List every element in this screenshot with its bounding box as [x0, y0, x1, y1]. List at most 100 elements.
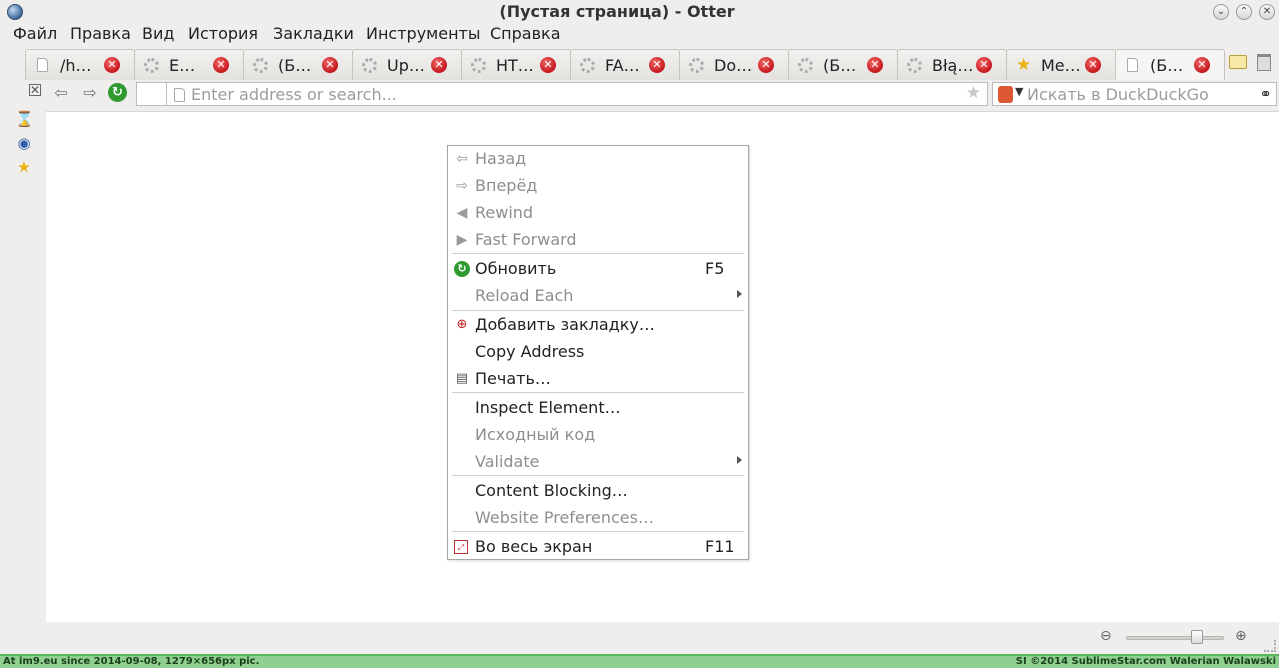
close-tab-icon[interactable]: ✕: [213, 57, 229, 73]
bookmark-star-icon[interactable]: ★: [966, 83, 981, 103]
menu-help[interactable]: Справка: [490, 24, 561, 43]
menu-item-reload[interactable]: ↻ Обновить F5: [448, 256, 748, 283]
chevron-down-icon[interactable]: ▼: [1015, 85, 1023, 98]
tab-active[interactable]: (Б… ✕: [1115, 49, 1225, 80]
menu-item-rewind: ◀ Rewind: [448, 200, 748, 227]
menu-view[interactable]: Вид: [142, 24, 174, 43]
menu-item-validate: Validate: [448, 449, 748, 476]
zoom-slider-handle[interactable]: [1190, 630, 1203, 644]
close-tab-icon[interactable]: ✕: [649, 57, 665, 73]
address-input[interactable]: [191, 84, 951, 104]
new-tab-folder-icon[interactable]: [1229, 55, 1247, 69]
tab[interactable]: Do… ✕: [679, 49, 789, 80]
menu-separator: [452, 475, 744, 476]
search-input[interactable]: [1027, 84, 1247, 104]
menu-file[interactable]: Файл: [13, 24, 57, 43]
loading-icon: [798, 58, 813, 73]
zoom-out-icon[interactable]: ⊖: [1100, 628, 1112, 644]
close-tab-icon[interactable]: ✕: [1085, 57, 1101, 73]
close-tab-icon[interactable]: ✕: [540, 57, 556, 73]
watermark-right-text: SI ©2014 SublimeStar.com Walerian Walaws…: [1015, 656, 1276, 667]
back-icon[interactable]: ⇦: [51, 83, 71, 103]
document-icon: [174, 88, 185, 102]
fullscreen-icon: ⤢: [454, 540, 468, 554]
tab-label: (Б…: [1150, 56, 1184, 75]
tab[interactable]: Błą… ✕: [897, 49, 1007, 80]
loading-icon: [362, 58, 377, 73]
menu-item-add-bookmark[interactable]: ⊕ Добавить закладку…: [448, 312, 748, 339]
watermark-left-text: At im9.eu since 2014-09-08, 1279×656px p…: [3, 656, 260, 667]
search-bar: ▼ ⚭: [992, 82, 1277, 106]
shortcut-label: F11: [705, 537, 735, 556]
tab[interactable]: /h… ✕: [25, 49, 135, 80]
tab[interactable]: HT… ✕: [461, 49, 571, 80]
reload-icon: ↻: [454, 261, 470, 277]
menu-history[interactable]: История: [188, 24, 258, 43]
tab-label: Błą…: [932, 56, 974, 75]
tab-bar: /h… ✕ E… ✕ (Б… ✕ Up… ✕ HT… ✕ FA… ✕ Do… ✕…: [0, 47, 1279, 80]
menu-item-reload-each: Reload Each: [448, 283, 748, 310]
close-tab-icon[interactable]: ✕: [104, 57, 120, 73]
duckduckgo-icon[interactable]: [998, 86, 1013, 103]
binoculars-search-icon[interactable]: ⚭: [1259, 85, 1272, 103]
address-site-info[interactable]: [136, 82, 167, 106]
globe-icon[interactable]: ◉: [15, 134, 33, 152]
close-tab-icon[interactable]: ✕: [431, 57, 447, 73]
menu-separator: [452, 253, 744, 254]
status-bar: ⊖ ⊕: [0, 622, 1279, 654]
menu-item-label: Content Blocking…: [475, 481, 628, 500]
loading-icon: [471, 58, 486, 73]
reload-icon[interactable]: ↻: [108, 83, 127, 102]
maximize-button[interactable]: ⌃: [1236, 4, 1252, 20]
menu-item-inspect-element[interactable]: Inspect Element…: [448, 395, 748, 422]
rewind-icon: ◀: [456, 205, 468, 221]
menu-item-print[interactable]: ▤ Печать…: [448, 366, 748, 393]
menu-item-label: Fast Forward: [475, 230, 577, 249]
tab-label: HT…: [496, 56, 534, 75]
menu-bookmarks[interactable]: Закладки: [273, 24, 354, 43]
tab[interactable]: (Б… ✕: [788, 49, 898, 80]
loading-icon: [689, 58, 704, 73]
menu-edit[interactable]: Правка: [70, 24, 131, 43]
loading-icon: [253, 58, 268, 73]
menu-item-label: Copy Address: [475, 342, 585, 361]
address-bar: ★: [166, 82, 988, 106]
tab[interactable]: (Б… ✕: [243, 49, 353, 80]
tab[interactable]: FA… ✕: [570, 49, 680, 80]
forward-icon[interactable]: ⇨: [80, 83, 100, 103]
menu-tools[interactable]: Инструменты: [366, 24, 481, 43]
close-tab-icon[interactable]: ✕: [1194, 57, 1210, 73]
loading-icon: [144, 58, 159, 73]
submenu-arrow-icon: [737, 290, 742, 298]
hourglass-icon[interactable]: ⌛: [15, 110, 34, 128]
submenu-arrow-icon: [737, 456, 742, 464]
zoom-in-icon[interactable]: ⊕: [1235, 628, 1247, 644]
close-tab-icon[interactable]: ✕: [976, 57, 992, 73]
tab[interactable]: E… ✕: [134, 49, 244, 80]
resize-grip[interactable]: [1264, 640, 1276, 652]
close-tab-icon[interactable]: ✕: [758, 57, 774, 73]
shortcut-label: F5: [705, 259, 725, 278]
close-tab-icon[interactable]: ✕: [867, 57, 883, 73]
menu-item-label: Исходный код: [475, 425, 596, 444]
tab[interactable]: Up… ✕: [352, 49, 462, 80]
zoom-slider[interactable]: [1126, 636, 1224, 640]
menu-item-content-blocking[interactable]: Content Blocking…: [448, 478, 748, 505]
tab[interactable]: ★ Me… ✕: [1006, 49, 1116, 80]
stop-icon[interactable]: ✕: [29, 84, 41, 96]
menu-item-label: Вперёд: [475, 176, 538, 195]
menu-item-copy-address[interactable]: Copy Address: [448, 339, 748, 366]
tab-label: Up…: [387, 56, 425, 75]
menu-item-fullscreen[interactable]: ⤢ Во весь экран F11: [448, 534, 748, 561]
close-tab-icon[interactable]: ✕: [322, 57, 338, 73]
minimize-button[interactable]: ⌄: [1213, 4, 1229, 20]
closed-tabs-trash-icon[interactable]: [1257, 54, 1271, 71]
close-window-button[interactable]: ✕: [1259, 4, 1275, 20]
menu-separator: [452, 392, 744, 393]
star-icon[interactable]: ★: [15, 158, 33, 176]
menu-item-label: Печать…: [475, 369, 551, 388]
printer-icon: ▤: [455, 371, 469, 386]
document-icon: [1125, 58, 1140, 73]
tab-label: (Б…: [823, 56, 857, 75]
menu-item-label: Обновить: [475, 259, 557, 278]
